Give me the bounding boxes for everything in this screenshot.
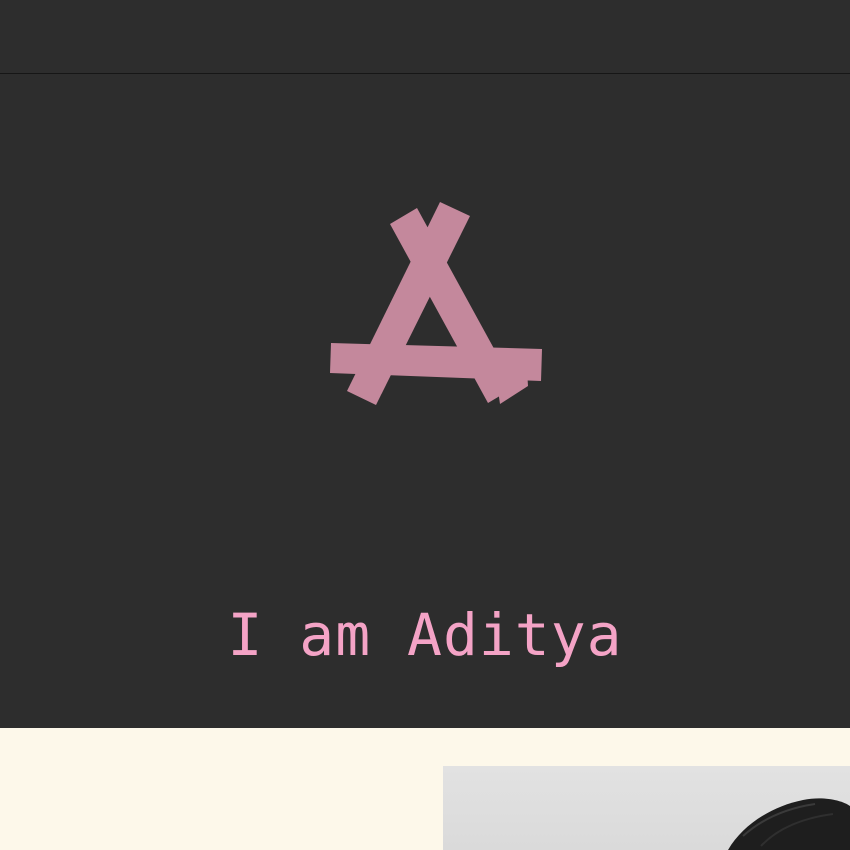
hero-section: I am Aditya [0, 74, 850, 728]
portrait-photo [443, 766, 850, 850]
about-section [0, 728, 850, 850]
hero-headline: I am Aditya [227, 601, 623, 669]
logo-strip-cap [496, 370, 528, 404]
hair-silhouette-icon [728, 798, 850, 850]
top-navigation-bar [0, 0, 850, 74]
